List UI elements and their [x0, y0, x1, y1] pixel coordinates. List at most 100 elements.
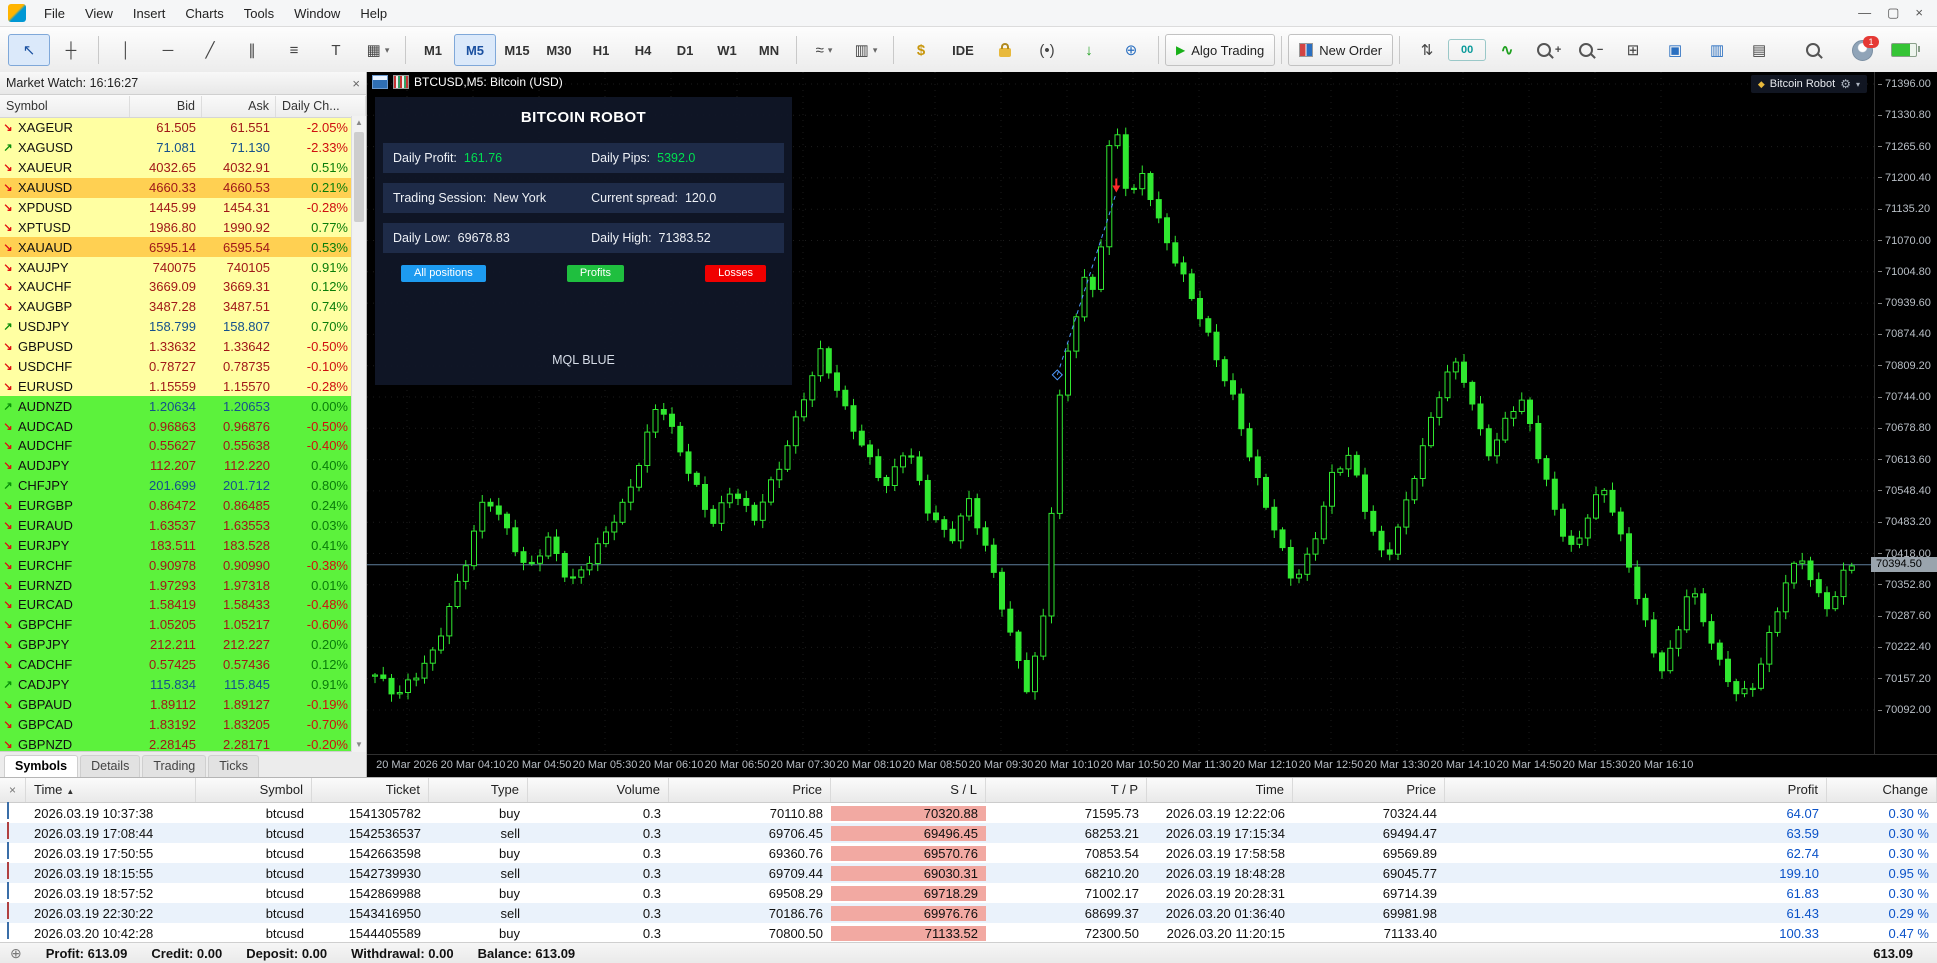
shapes-tool[interactable]: ▦▾	[357, 34, 399, 66]
column-header-price[interactable]: Price	[669, 778, 831, 802]
column-header-time-close[interactable]: Time	[1147, 778, 1293, 802]
ea-indicator-chip[interactable]: ◆ Bitcoin Robot ⚙ ▾	[1751, 75, 1867, 93]
market-watch-row[interactable]: ↘XAUGBP3487.283487.510.74%	[0, 297, 366, 317]
download-history-button[interactable]: ↓	[1068, 34, 1110, 66]
algo-trading-button[interactable]: ▶Algo Trading	[1165, 34, 1275, 66]
channel-tool[interactable]: ∥	[231, 34, 273, 66]
scroll-down-arrow[interactable]: ▼	[355, 738, 363, 752]
search-button[interactable]	[1792, 34, 1834, 66]
column-header-change-close[interactable]: Change	[1827, 778, 1937, 802]
column-header-dailych[interactable]: Daily Ch...	[276, 96, 366, 117]
market-watch-close-icon[interactable]: ×	[352, 76, 360, 91]
history-row[interactable]: 2026.03.19 18:57:52btcusd1542869988buy0.…	[0, 883, 1937, 903]
column-header-time[interactable]: Time▲	[26, 778, 196, 802]
menu-view[interactable]: View	[75, 3, 123, 24]
tab-trading[interactable]: Trading	[142, 755, 206, 777]
market-watch-row[interactable]: ↘GBPJPY212.211212.2270.20%	[0, 635, 366, 655]
market-watch-row[interactable]: ↘GBPNZD2.281452.28171-0.20%	[0, 734, 366, 751]
time-axis[interactable]: 20 Mar 202620 Mar 04:1020 Mar 04:5020 Ma…	[367, 754, 1937, 777]
market-watch-row[interactable]: ↘XPTUSD1986.801990.920.77%	[0, 217, 366, 237]
market-watch-row[interactable]: ↗XAGUSD71.08171.130-2.33%	[0, 138, 366, 158]
profits-button[interactable]: Profits	[567, 265, 624, 282]
lock-icon[interactable]	[984, 34, 1026, 66]
scroll-thumb[interactable]	[354, 132, 364, 222]
menu-file[interactable]: File	[34, 3, 75, 24]
scroll-up-arrow[interactable]: ▲	[355, 116, 363, 130]
timeframe-m5[interactable]: M5	[454, 34, 496, 66]
ide-button[interactable]: IDE	[942, 34, 984, 66]
horizontal-line-tool[interactable]: ─	[147, 34, 189, 66]
menu-help[interactable]: Help	[350, 3, 397, 24]
zoom-out-button[interactable]: −	[1570, 34, 1612, 66]
new-order-button[interactable]: New Order	[1288, 34, 1393, 66]
history-row[interactable]: 2026.03.19 10:37:38btcusd1541305782buy0.…	[0, 803, 1937, 823]
market-watch-row[interactable]: ↗CHFJPY201.699201.7120.80%	[0, 476, 366, 496]
market-watch-row[interactable]: ↘XPDUSD1445.991454.31-0.28%	[0, 198, 366, 218]
chevron-down-icon[interactable]: ▾	[1856, 80, 1860, 89]
bars-count-button[interactable]: 00	[1448, 39, 1486, 61]
chart-window-tab[interactable]: BTCUSD,M5: Bitcoin (USD)	[372, 75, 563, 89]
market-watch-row[interactable]: ↘GBPAUD1.891121.89127-0.19%	[0, 694, 366, 714]
market-watch-row[interactable]: ↘AUDCHF0.556270.55638-0.40%	[0, 436, 366, 456]
column-header-volume[interactable]: Volume	[528, 778, 669, 802]
history-row[interactable]: 2026.03.19 17:50:55btcusd1542663598buy0.…	[0, 843, 1937, 863]
profile-button[interactable]: 1	[1852, 40, 1873, 61]
history-row[interactable]: 2026.03.19 18:15:55btcusd1542739930sell0…	[0, 863, 1937, 883]
market-watch-row[interactable]: ↘EURNZD1.972931.973180.01%	[0, 575, 366, 595]
zigzag-indicator-button[interactable]: ∿	[1486, 34, 1528, 66]
arrange-windows-button[interactable]: ▥	[1696, 34, 1738, 66]
market-watch-row[interactable]: ↗AUDNZD1.206341.206530.00%	[0, 396, 366, 416]
menu-charts[interactable]: Charts	[175, 3, 233, 24]
zoom-in-button[interactable]: +	[1528, 34, 1570, 66]
market-watch-row[interactable]: ↗USDJPY158.799158.8070.70%	[0, 317, 366, 337]
web-terminal-button[interactable]: ⊕	[1110, 34, 1152, 66]
history-row[interactable]: 2026.03.19 22:30:22btcusd1543416950sell0…	[0, 903, 1937, 923]
data-window-button[interactable]: ▤	[1738, 34, 1780, 66]
column-header-symbol[interactable]: Symbol	[0, 96, 130, 117]
menu-window[interactable]: Window	[284, 3, 350, 24]
column-header-tp[interactable]: T / P	[986, 778, 1147, 802]
timeframe-m1[interactable]: M1	[412, 34, 454, 66]
market-watch-row[interactable]: ↘EURCAD1.584191.58433-0.48%	[0, 595, 366, 615]
market-watch-row[interactable]: ↘AUDCAD0.968630.96876-0.50%	[0, 416, 366, 436]
alerts-button[interactable]: (•)	[1026, 34, 1068, 66]
market-watch-row[interactable]: ↘CADCHF0.574250.574360.12%	[0, 655, 366, 675]
timeframe-h4[interactable]: H4	[622, 34, 664, 66]
fibonacci-tool[interactable]: ≡	[273, 34, 315, 66]
text-tool[interactable]: T	[315, 34, 357, 66]
menu-insert[interactable]: Insert	[123, 3, 176, 24]
market-watch-row[interactable]: ↘EURGBP0.864720.864850.24%	[0, 496, 366, 516]
line-chart-type[interactable]: ≈▾	[803, 34, 845, 66]
market-depth[interactable]: $	[900, 34, 942, 66]
minimize-button[interactable]: —	[1858, 5, 1871, 21]
gear-icon[interactable]: ⚙	[1840, 77, 1851, 91]
vertical-line-tool[interactable]: │	[105, 34, 147, 66]
market-watch-row[interactable]: ↘XAUCHF3669.093669.310.12%	[0, 277, 366, 297]
market-watch-row[interactable]: ↗CADJPY115.834115.8450.91%	[0, 675, 366, 695]
market-watch-row[interactable]: ↘EURAUD1.635371.635530.03%	[0, 516, 366, 536]
market-watch-row[interactable]: ↘XAUAUD6595.146595.540.53%	[0, 237, 366, 257]
sort-toggle[interactable]: ⇅	[1406, 34, 1448, 66]
restore-button[interactable]: ▢	[1887, 5, 1899, 21]
market-watch-scrollbar[interactable]: ▲ ▼	[351, 116, 366, 752]
cursor-tool[interactable]: ↖	[8, 34, 50, 66]
market-watch-row[interactable]: ↘AUDJPY112.207112.2200.40%	[0, 456, 366, 476]
timeframe-w1[interactable]: W1	[706, 34, 748, 66]
market-watch-row[interactable]: ↘GBPCHF1.052051.05217-0.60%	[0, 615, 366, 635]
column-header-bid[interactable]: Bid	[130, 96, 202, 117]
column-header-profit-close[interactable]: Profit	[1445, 778, 1827, 802]
tab-symbols[interactable]: Symbols	[4, 755, 78, 777]
market-watch-row[interactable]: ↘XAUEUR4032.654032.910.51%	[0, 158, 366, 178]
close-button[interactable]: ×	[1915, 5, 1923, 21]
timeframe-m30[interactable]: M30	[538, 34, 580, 66]
market-watch-row[interactable]: ↘XAUUSD4660.334660.530.21%	[0, 178, 366, 198]
column-header-type[interactable]: Type	[429, 778, 528, 802]
losses-button[interactable]: Losses	[705, 265, 766, 282]
history-row[interactable]: 2026.03.19 17:08:44btcusd1542536537sell0…	[0, 823, 1937, 843]
column-header-ticket[interactable]: Ticket	[312, 778, 429, 802]
timeframe-h1[interactable]: H1	[580, 34, 622, 66]
market-watch-row[interactable]: ↘XAUJPY7400757401050.91%	[0, 257, 366, 277]
timeframe-d1[interactable]: D1	[664, 34, 706, 66]
trendline-tool[interactable]: ╱	[189, 34, 231, 66]
toolbox-close-icon[interactable]: ×	[0, 778, 26, 802]
